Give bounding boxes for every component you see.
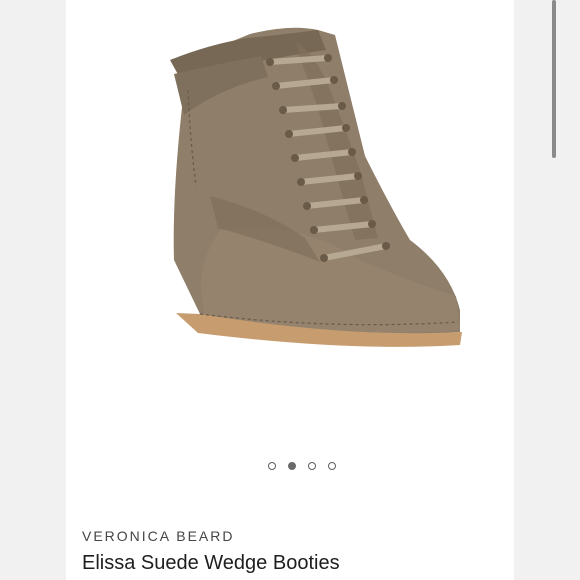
- product-brand[interactable]: VERONICA BEARD: [82, 528, 234, 544]
- screenshot-frame: VERONICA BEARD Elissa Suede Wedge Bootie…: [0, 0, 580, 580]
- carousel-dot-1[interactable]: [268, 462, 276, 470]
- carousel-dot-4[interactable]: [328, 462, 336, 470]
- carousel-dot-2[interactable]: [288, 462, 296, 470]
- product-title: Elissa Suede Wedge Booties: [82, 552, 340, 574]
- left-margin: [0, 0, 66, 580]
- carousel-dots: [268, 460, 336, 472]
- right-margin: [514, 0, 580, 580]
- scrollbar[interactable]: [552, 0, 556, 158]
- product-image[interactable]: [100, 10, 480, 390]
- carousel-dot-3[interactable]: [308, 462, 316, 470]
